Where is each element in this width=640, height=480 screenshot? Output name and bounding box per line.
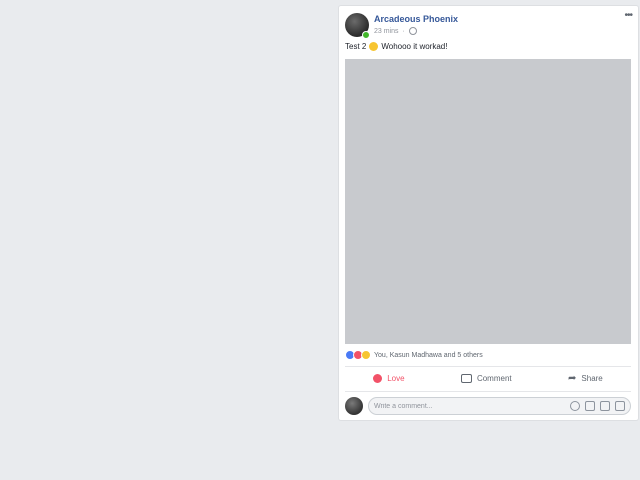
share-icon: ➦ xyxy=(568,372,577,384)
comment-icon xyxy=(460,373,472,383)
post-text-after: Wohooo it workad! xyxy=(381,42,448,51)
reactions-bar[interactable]: You, Kasun Madhawa and 5 others xyxy=(345,350,483,360)
post-meta: 23 mins · xyxy=(374,27,417,35)
comment-input[interactable] xyxy=(374,402,570,410)
user-avatar[interactable] xyxy=(345,397,363,415)
post-time[interactable]: 23 mins xyxy=(374,28,399,35)
post-actions: Love Comment ➦ Share xyxy=(345,368,631,388)
wow-reaction-icon xyxy=(361,350,371,360)
comment-button[interactable]: Comment xyxy=(460,373,512,383)
grinning-face-icon xyxy=(369,42,379,51)
globe-icon[interactable] xyxy=(408,27,417,35)
more-options-icon[interactable]: ••• xyxy=(624,10,632,21)
online-status-icon xyxy=(362,31,370,39)
author-name[interactable]: Arcadeous Phoenix xyxy=(374,14,458,24)
comment-label: Comment xyxy=(476,373,512,383)
post-text-before: Test 2 xyxy=(345,42,367,51)
camera-icon[interactable] xyxy=(585,401,595,411)
share-label: Share xyxy=(581,373,603,383)
emoji-icon[interactable] xyxy=(570,401,580,411)
divider xyxy=(345,366,631,367)
divider xyxy=(345,391,631,392)
composer-icons xyxy=(570,401,625,411)
share-button[interactable]: ➦ Share xyxy=(568,373,603,384)
gif-icon[interactable] xyxy=(600,401,610,411)
sticker-icon[interactable] xyxy=(615,401,625,411)
heart-icon xyxy=(373,373,383,383)
comment-composer xyxy=(345,397,631,415)
post-card: Arcadeous Phoenix 23 mins · ••• Test 2 W… xyxy=(339,6,638,420)
post-media[interactable] xyxy=(345,59,631,344)
love-button[interactable]: Love xyxy=(373,373,405,383)
love-label: Love xyxy=(387,373,405,383)
reaction-summary[interactable]: You, Kasun Madhawa and 5 others xyxy=(374,352,483,359)
comment-box[interactable] xyxy=(368,397,631,415)
post-text: Test 2 Wohooo it workad! xyxy=(345,42,447,51)
